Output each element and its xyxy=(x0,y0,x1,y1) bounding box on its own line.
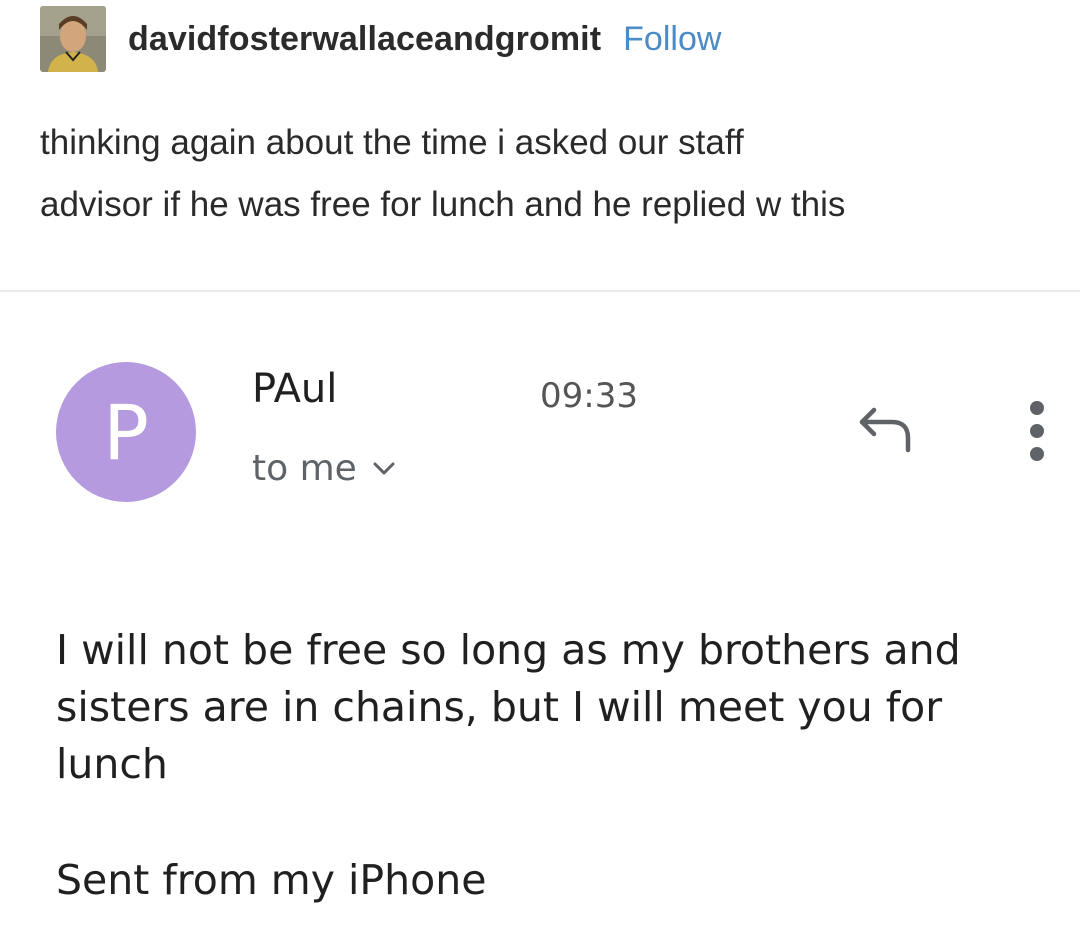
email-signature: Sent from my iPhone xyxy=(56,856,487,904)
post-caption: thinking again about the time i asked ou… xyxy=(40,112,1050,236)
recipient-details-toggle[interactable]: to me xyxy=(252,448,395,489)
more-options-button[interactable] xyxy=(1022,396,1052,466)
blog-name[interactable]: davidfosterwallaceandgromit xyxy=(128,20,601,59)
sender-name: PAul xyxy=(252,366,338,412)
body-line: lunch xyxy=(56,740,168,788)
divider xyxy=(0,290,1080,292)
more-vertical-icon xyxy=(1030,401,1044,461)
blog-avatar[interactable] xyxy=(40,6,106,72)
body-line: I will not be free so long as my brother… xyxy=(56,626,961,674)
sender-avatar[interactable]: P xyxy=(56,362,196,502)
reply-icon xyxy=(859,407,911,453)
follow-button[interactable]: Follow xyxy=(623,20,721,59)
chevron-down-icon xyxy=(373,462,395,476)
caption-line: thinking again about the time i asked ou… xyxy=(40,123,744,162)
avatar-letter: P xyxy=(103,387,149,477)
post-header: davidfosterwallaceandgromit Follow xyxy=(40,6,721,72)
email-body: I will not be free so long as my brother… xyxy=(56,622,1046,793)
recipient-label: to me xyxy=(252,448,357,489)
email-timestamp: 09:33 xyxy=(540,376,638,416)
avatar-photo xyxy=(40,6,106,72)
reply-button[interactable] xyxy=(856,404,920,456)
body-line: sisters are in chains, but I will meet y… xyxy=(56,683,943,731)
caption-line: advisor if he was free for lunch and he … xyxy=(40,185,846,224)
